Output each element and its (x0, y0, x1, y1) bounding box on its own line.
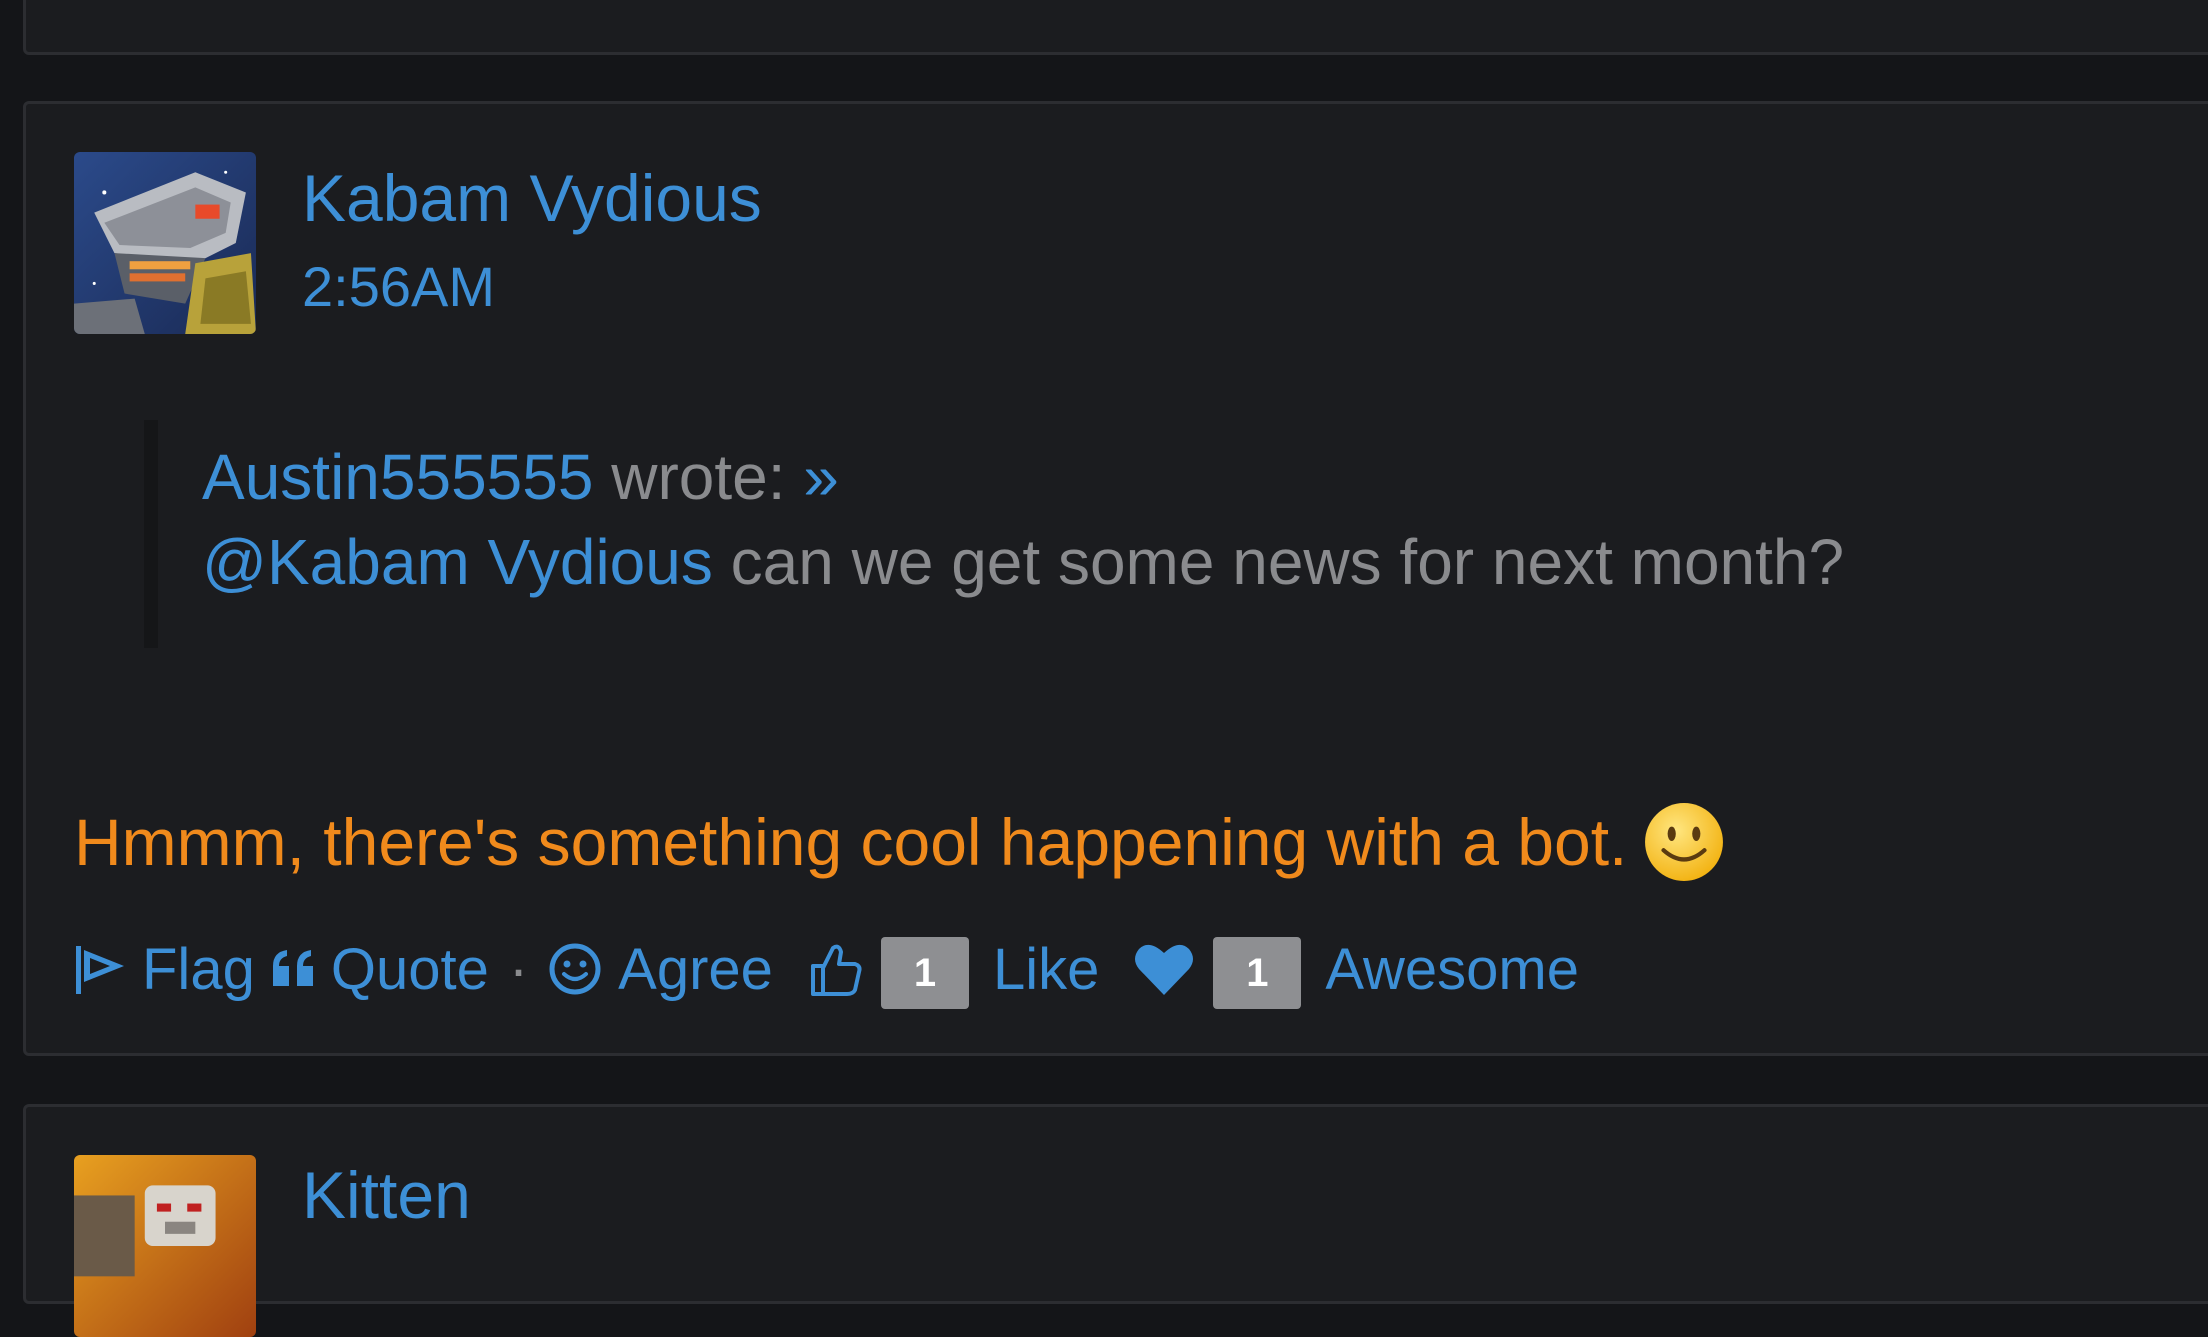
smiley-outline-icon (548, 942, 602, 996)
quote-text: can we get some news for next month? (730, 526, 1845, 598)
like-count-badge: 1 (880, 937, 969, 1009)
flag-label: Flag (142, 936, 255, 1002)
flag-icon (74, 942, 128, 996)
like-label: Like (992, 936, 1100, 1002)
post-actions-bar: Flag Quote · Agree 1 Like 1 Awesome (74, 924, 1579, 1014)
author-avatar[interactable] (74, 152, 256, 334)
robot-avatar-image (74, 1155, 256, 1337)
next-author-avatar[interactable] (74, 1155, 256, 1337)
quote-header: Austin555555 wrote: » (202, 440, 839, 514)
next-post-panel: Kitten (23, 1104, 2208, 1337)
awesome-label: Awesome (1325, 936, 1579, 1002)
heart-icon (1133, 941, 1195, 997)
author-name[interactable]: Kabam Vydious (302, 160, 762, 236)
previous-post-panel (23, 0, 2208, 55)
quote-label: Quote (330, 936, 489, 1002)
agree-button[interactable]: Agree (548, 936, 773, 1003)
mention-link[interactable]: @Kabam Vydious (202, 526, 713, 598)
quote-author-link[interactable]: Austin555555 (202, 441, 593, 513)
quote-icon (269, 944, 319, 994)
quote-jump-link[interactable]: » (803, 441, 839, 513)
awesome-count-badge: 1 (1213, 937, 1302, 1009)
thumbs-up-icon (809, 940, 863, 998)
post-body: Hmmm, there's something cool happening w… (74, 801, 1725, 889)
quote-button[interactable]: Quote (269, 936, 489, 1003)
quote-wrote-label: wrote: (611, 441, 786, 513)
post-body-text: Hmmm, there's something cool happening w… (74, 805, 1628, 879)
quote-content: @Kabam Vydious can we get some news for … (202, 525, 1844, 599)
robot-dinosaur-avatar-image (74, 152, 256, 334)
like-button[interactable]: 1 Like (809, 933, 1100, 1009)
quote-block: Austin555555 wrote: » @Kabam Vydious can… (144, 420, 2178, 648)
next-author-name[interactable]: Kitten (302, 1157, 471, 1233)
agree-label: Agree (618, 936, 773, 1002)
smiley-icon (1643, 801, 1725, 883)
post-panel: Kabam Vydious 2:56AM Austin555555 wrote:… (23, 101, 2208, 1056)
action-separator: · (508, 936, 529, 1002)
awesome-button[interactable]: 1 Awesome (1133, 933, 1579, 1009)
post-timestamp[interactable]: 2:56AM (302, 254, 495, 319)
flag-button[interactable]: Flag (74, 936, 255, 1003)
